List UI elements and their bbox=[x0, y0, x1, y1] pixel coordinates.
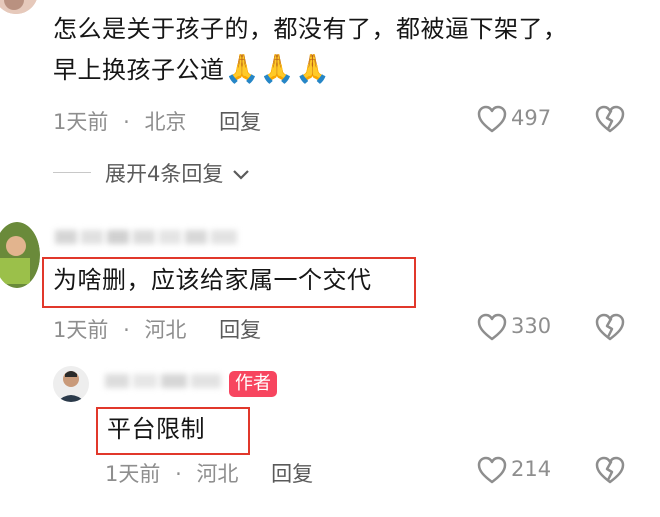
expand-divider bbox=[53, 172, 91, 173]
comment-location: 北京 bbox=[144, 110, 187, 134]
like-count: 214 bbox=[511, 457, 552, 481]
reply-time: 1天前 bbox=[105, 462, 161, 486]
pray-emoji: 🙏 bbox=[259, 52, 296, 85]
username[interactable] bbox=[105, 372, 223, 390]
like-button[interactable] bbox=[476, 455, 508, 485]
like-button[interactable] bbox=[476, 312, 508, 342]
dislike-button[interactable] bbox=[594, 104, 626, 134]
broken-heart-icon bbox=[595, 105, 625, 133]
meta-separator: · bbox=[123, 110, 130, 134]
comment-time: 1天前 bbox=[53, 318, 109, 342]
meta-separator: · bbox=[175, 462, 182, 486]
comment-text-line2: 早上换孩子公道🙏🙏🙏 bbox=[53, 52, 331, 87]
like-count: 330 bbox=[511, 314, 552, 338]
comment-location: 河北 bbox=[144, 318, 187, 342]
comment-meta: 1天前 · 北京 回复 bbox=[53, 106, 261, 136]
comment-text: 为啥删，应该给家属一个交代 bbox=[53, 266, 372, 294]
reply-button[interactable]: 回复 bbox=[219, 318, 261, 342]
comment-text-line2-label: 早上换孩子公道 bbox=[53, 56, 225, 84]
dislike-button[interactable] bbox=[594, 455, 626, 485]
comment-text-line1: 怎么是关于孩子的，都没有了，都被逼下架了， bbox=[53, 15, 568, 43]
reply-text: 平台限制 bbox=[107, 415, 205, 443]
broken-heart-icon bbox=[595, 456, 625, 484]
expand-replies-label: 展开4条回复 bbox=[105, 162, 224, 186]
like-count: 497 bbox=[511, 106, 552, 130]
pray-emoji: 🙏 bbox=[295, 52, 331, 85]
reply-button[interactable]: 回复 bbox=[219, 110, 261, 134]
heart-icon bbox=[477, 105, 507, 133]
avatar[interactable] bbox=[0, 222, 40, 288]
chevron-down-icon bbox=[232, 169, 250, 181]
reply-button[interactable]: 回复 bbox=[271, 462, 313, 486]
broken-heart-icon bbox=[595, 313, 625, 341]
heart-icon bbox=[477, 456, 507, 484]
dislike-button[interactable] bbox=[594, 312, 626, 342]
expand-replies-button[interactable]: 展开4条回复 bbox=[105, 158, 250, 188]
meta-separator: · bbox=[123, 318, 130, 342]
avatar[interactable] bbox=[0, 0, 38, 14]
pray-emoji: 🙏 bbox=[224, 52, 260, 85]
username[interactable] bbox=[55, 228, 240, 246]
reply-meta: 1天前 · 河北 回复 bbox=[105, 458, 313, 488]
avatar[interactable] bbox=[53, 366, 89, 402]
author-badge: 作者 bbox=[229, 371, 277, 397]
reply-location: 河北 bbox=[196, 462, 239, 486]
comment-time: 1天前 bbox=[53, 110, 109, 134]
comment-meta: 1天前 · 河北 回复 bbox=[53, 314, 261, 344]
heart-icon bbox=[477, 313, 507, 341]
like-button[interactable] bbox=[476, 104, 508, 134]
